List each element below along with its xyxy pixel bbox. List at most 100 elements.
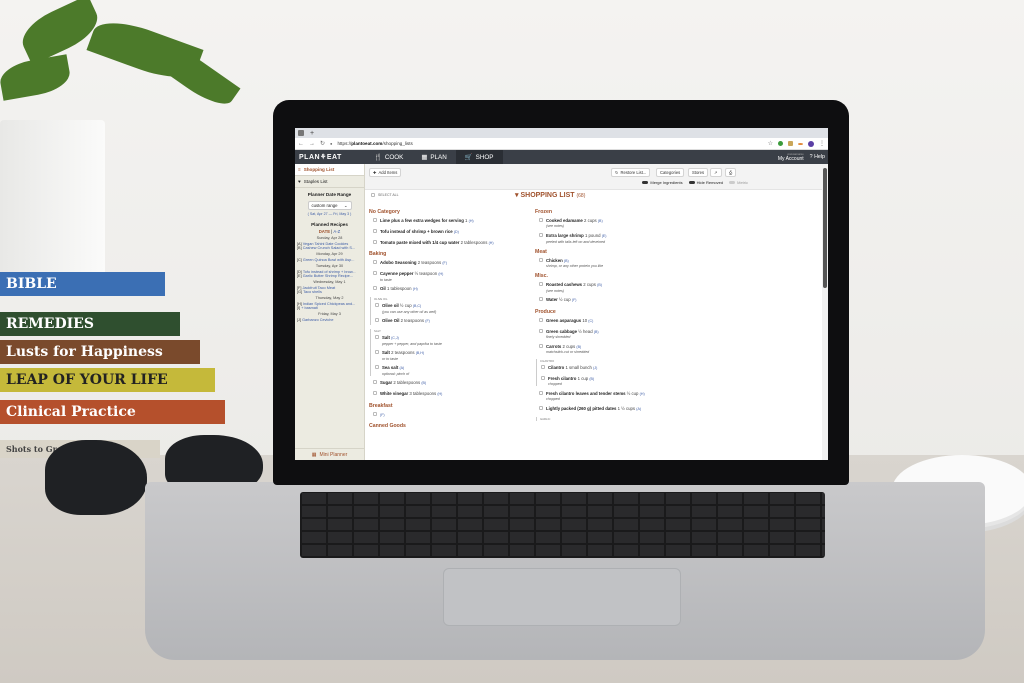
item-recipe-tag: (B) bbox=[597, 283, 602, 288]
forward-icon[interactable]: → bbox=[309, 141, 315, 147]
list-item[interactable]: Cayenne pepper ½ teaspoon (H) to taste bbox=[373, 271, 529, 282]
list-item[interactable]: Salt (C,J) pepper + pepper, and paprika … bbox=[375, 335, 529, 346]
scrollbar-thumb[interactable] bbox=[823, 168, 827, 288]
sort-date[interactable]: DATE bbox=[319, 229, 330, 234]
scrollbar[interactable] bbox=[822, 164, 828, 460]
list-item[interactable]: Lightly packed (260 g) pitted dates 1 ½ … bbox=[539, 406, 695, 412]
item-checkbox[interactable] bbox=[373, 218, 377, 222]
list-item[interactable]: Salt 2 teaspoons (B,H) or to taste bbox=[375, 350, 529, 361]
list-item[interactable]: Extra large shrimp 1 pound (E) peeled wi… bbox=[539, 233, 695, 244]
item-checkbox[interactable] bbox=[375, 303, 379, 308]
extension-icon[interactable] bbox=[788, 141, 793, 146]
stores-button[interactable]: Stores bbox=[688, 168, 709, 177]
mini-planner-button[interactable]: ▦ Mini Planner bbox=[295, 448, 364, 460]
add-items-button[interactable]: ✚ Add Items bbox=[369, 168, 402, 177]
list-item[interactable]: Tomato paste mixed with 1/4 cup water 2 … bbox=[373, 239, 529, 246]
list-item[interactable]: Oil 1 tablespoon (H) bbox=[373, 286, 529, 292]
item-checkbox[interactable] bbox=[541, 375, 545, 380]
planner-day: Thursday, May 2 bbox=[315, 296, 344, 300]
list-item[interactable]: Carrots 2 cups (B) matchstick-cut or shr… bbox=[539, 343, 695, 355]
list-item[interactable]: Sugar 2 tablespoons (B) bbox=[373, 380, 529, 386]
logo[interactable]: PLAN⚘EAT bbox=[295, 153, 365, 161]
select-all-checkbox[interactable]: SELECT ALL bbox=[371, 193, 399, 197]
checkbox[interactable] bbox=[371, 193, 375, 197]
item-checkbox[interactable] bbox=[375, 335, 379, 340]
bookmark-star-icon[interactable]: ☆ bbox=[768, 140, 773, 147]
item-checkbox[interactable] bbox=[373, 271, 377, 276]
planned-recipe-link[interactable]: [G] Taco shells bbox=[295, 290, 364, 294]
item-checkbox[interactable] bbox=[539, 343, 543, 348]
my-account-link[interactable]: yourusername My Account bbox=[778, 153, 804, 162]
metric-toggle[interactable]: Metric bbox=[729, 180, 748, 185]
profile-avatar[interactable] bbox=[808, 140, 814, 147]
extension-icon[interactable] bbox=[798, 142, 803, 145]
extension-icon[interactable] bbox=[778, 141, 783, 146]
list-item[interactable]: Fresh cilantro 1 cup (B) chopped bbox=[541, 375, 695, 387]
share-button[interactable]: ↗ bbox=[710, 168, 722, 177]
planned-recipe-link[interactable]: [E] Garlic Butter Shrimp Recipe... bbox=[295, 274, 364, 278]
sidebar-item-staples-list[interactable]: ♥ Staples List bbox=[295, 176, 364, 188]
item-checkbox[interactable] bbox=[541, 364, 545, 369]
planned-recipe-link[interactable]: [C] Green Quinoa Bowl with Asp... bbox=[295, 258, 364, 262]
reload-icon[interactable]: ↻ bbox=[320, 140, 325, 147]
item-checkbox[interactable] bbox=[373, 228, 377, 233]
url-input[interactable]: https://plantoeat.com/shopping_lists bbox=[337, 141, 762, 146]
item-checkbox[interactable] bbox=[375, 350, 379, 355]
browser-menu-icon[interactable]: ⋮ bbox=[819, 140, 825, 147]
planned-recipe-link[interactable]: [J] Garbanzo Ceviche bbox=[295, 318, 364, 322]
list-item[interactable]: Fresh cilantro leaves and tender stems ½… bbox=[539, 390, 695, 402]
planned-recipe-link[interactable]: [B] Cashew Crunch Salad with S... bbox=[295, 246, 364, 250]
item-checkbox[interactable] bbox=[373, 239, 377, 244]
list-item[interactable]: (F) bbox=[373, 411, 529, 418]
print-button[interactable]: ⎙ bbox=[725, 168, 737, 177]
help-link[interactable]: ? Help bbox=[810, 154, 825, 160]
item-checkbox[interactable] bbox=[539, 297, 543, 302]
list-item[interactable]: Olive oil ½ cup (B,C) (you can use any o… bbox=[375, 303, 529, 314]
list-item[interactable]: Green asparagus 10 (C) bbox=[539, 317, 695, 324]
list-item[interactable]: Green cabbage ½ head (B) finely shredded bbox=[539, 328, 695, 340]
shopping-list-title[interactable]: ▾ SHOPPING LIST (68) bbox=[515, 191, 585, 199]
item-checkbox[interactable] bbox=[373, 260, 377, 265]
tab-icon[interactable] bbox=[298, 130, 304, 136]
list-item[interactable]: Lime plus a few extra wedges for serving… bbox=[373, 218, 529, 224]
sort-az[interactable]: A-Z bbox=[333, 229, 340, 234]
list-item[interactable]: Sea salt (A) optional: pinch of bbox=[375, 365, 529, 376]
item-quantity: ½ cup bbox=[626, 390, 639, 396]
list-item[interactable]: Cilantro 1 small bunch (J) bbox=[541, 364, 695, 371]
list-item[interactable]: Chicken (B) shrimp, or any other protein… bbox=[539, 257, 695, 269]
hide-removed-toggle[interactable]: Hide Removed bbox=[688, 180, 723, 185]
restore-list-button[interactable]: ↻ Restore List... bbox=[611, 168, 651, 177]
item-recipe-tag: (H) bbox=[488, 240, 494, 245]
nav-shop[interactable]: 🛒 SHOP bbox=[455, 150, 503, 164]
list-item[interactable]: Adobo Seasoning 2 teaspoons (F) bbox=[373, 260, 529, 266]
item-checkbox[interactable] bbox=[373, 391, 377, 396]
item-checkbox[interactable] bbox=[539, 233, 543, 238]
merge-ingredients-toggle[interactable]: Merge Ingredients bbox=[642, 180, 683, 185]
new-tab-button[interactable]: + bbox=[310, 130, 314, 137]
list-item[interactable]: Olive Oil 2 teaspoons (F) bbox=[375, 318, 529, 324]
date-range-select[interactable]: custom range ⌄ bbox=[307, 201, 352, 210]
item-checkbox[interactable] bbox=[373, 286, 377, 291]
item-checkbox[interactable] bbox=[539, 218, 543, 222]
nav-plan[interactable]: ▦ PLAN bbox=[412, 150, 455, 164]
list-item[interactable]: Water ½ cup (F) bbox=[539, 297, 695, 303]
item-checkbox[interactable] bbox=[375, 365, 379, 370]
item-checkbox[interactable] bbox=[539, 328, 543, 333]
item-checkbox[interactable] bbox=[539, 317, 543, 322]
planned-recipe-link[interactable]: [I] + basmati bbox=[295, 306, 364, 310]
nav-cook[interactable]: 🍴 COOK bbox=[365, 150, 412, 164]
categories-button[interactable]: Categories bbox=[656, 168, 685, 177]
item-checkbox[interactable] bbox=[539, 390, 543, 395]
list-item[interactable]: Cooked edamame 2 cups (B) (see notes) bbox=[539, 218, 695, 229]
list-item[interactable]: Tofu instead of shrimp + brown rice (D) bbox=[373, 228, 529, 235]
item-checkbox[interactable] bbox=[539, 282, 543, 287]
back-icon[interactable]: ← bbox=[298, 141, 304, 147]
item-checkbox[interactable] bbox=[539, 406, 543, 411]
list-item[interactable]: White vinegar 3 tablespoons (H) bbox=[373, 391, 529, 397]
item-checkbox[interactable] bbox=[375, 318, 379, 323]
list-item[interactable]: Roasted cashews 2 cups (B) (see notes) bbox=[539, 282, 695, 293]
item-checkbox[interactable] bbox=[373, 411, 377, 416]
item-checkbox[interactable] bbox=[539, 257, 543, 262]
item-checkbox[interactable] bbox=[373, 380, 377, 385]
sidebar-item-shopping-list[interactable]: ≡ Shopping List bbox=[295, 164, 364, 176]
